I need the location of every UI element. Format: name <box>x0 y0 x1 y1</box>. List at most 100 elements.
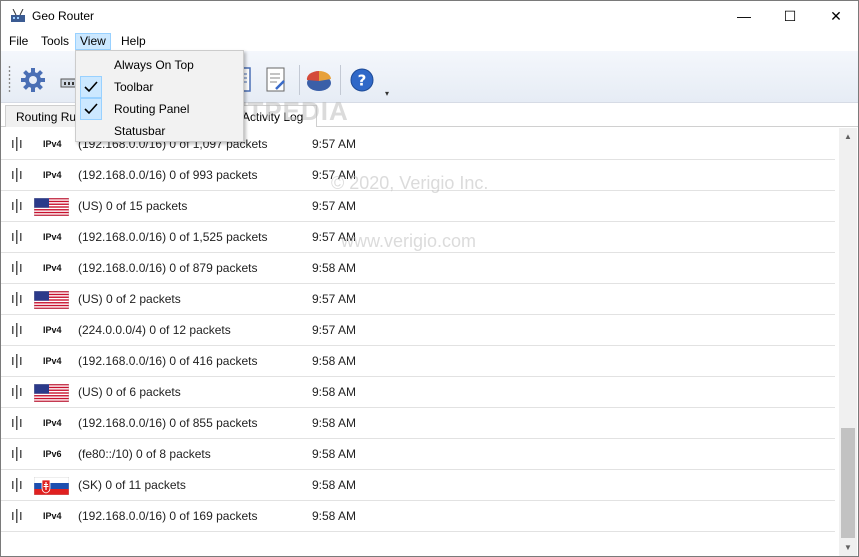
minimize-button[interactable]: — <box>721 1 767 31</box>
signal-bars-icon <box>11 385 23 399</box>
close-button[interactable]: ✕ <box>813 1 858 31</box>
rule-info: (US) 0 of 2 packets <box>78 292 181 306</box>
us-flag-icon <box>33 197 70 217</box>
view-menu-always-on-top[interactable]: Always On Top <box>78 54 242 76</box>
timestamp: 9:57 AM <box>312 292 357 306</box>
menu-help[interactable]: Help <box>117 33 150 50</box>
list-item[interactable]: IPv4 (192.168.0.0/16) 0 of 879 packets 9:5… <box>1 253 835 284</box>
signal-bars-icon <box>11 447 23 461</box>
view-menu-toolbar[interactable]: Toolbar <box>78 76 242 98</box>
rule-info: (US) 0 of 15 packets <box>78 199 188 213</box>
rule-info: (192.168.0.0/16) 0 of 169 packets <box>78 509 258 523</box>
scroll-down-arrow-icon[interactable]: ▼ <box>839 539 857 556</box>
signal-bars-icon <box>11 323 23 337</box>
timestamp: 9:58 AM <box>312 478 357 492</box>
list-item[interactable]: IPv4 (192.168.0.0/16) 0 of 416 packets 9:5… <box>1 346 835 377</box>
check-icon <box>80 98 102 120</box>
list-item[interactable]: (US) 0 of 6 packets 9:58 AM <box>1 377 835 408</box>
timestamp: 9:58 AM <box>312 385 357 399</box>
view-menu-statusbar[interactable]: Statusbar <box>78 120 242 142</box>
menu-file[interactable]: File <box>5 33 32 50</box>
rule-info: (fe80::/10) 0 of 8 packets <box>78 447 211 461</box>
protocol-label: IPv4 <box>43 170 62 180</box>
vertical-scrollbar[interactable]: ▲ ▼ <box>839 128 857 556</box>
svg-text:?: ? <box>358 72 367 90</box>
rule-info: (192.168.0.0/16) 0 of 1,525 packets <box>78 230 268 244</box>
timestamp: 9:57 AM <box>312 323 357 337</box>
app-window: Geo Router — ☐ ✕ File Tools View Help ? … <box>0 0 859 557</box>
toolbar-grip[interactable] <box>8 65 11 93</box>
window-title: Geo Router <box>32 9 95 23</box>
notes-button[interactable] <box>261 65 291 95</box>
rule-info: (192.168.0.0/16) 0 of 993 packets <box>78 168 258 182</box>
signal-bars-icon <box>11 261 23 275</box>
pie-chart-icon <box>306 70 331 91</box>
list-item[interactable]: IPv4 (192.168.0.0/16) 0 of 1,525 packets 9… <box>1 222 835 253</box>
rule-info: (192.168.0.0/16) 0 of 416 packets <box>78 354 258 368</box>
signal-bars-icon <box>11 292 23 306</box>
timestamp: 9:58 AM <box>312 416 357 430</box>
timestamp: 9:57 AM <box>312 230 357 244</box>
settings-gear-icon <box>21 68 45 92</box>
list-item[interactable]: IPv4 (192.168.0.0/16) 0 of 993 packets 9:5… <box>1 160 835 191</box>
scroll-up-arrow-icon[interactable]: ▲ <box>839 128 857 145</box>
scrollbar-thumb[interactable] <box>841 428 855 538</box>
signal-bars-icon <box>11 509 23 523</box>
timestamp: 9:58 AM <box>312 447 357 461</box>
timestamp: 9:58 AM <box>312 261 357 275</box>
list-item[interactable]: (US) 0 of 15 packets 9:57 AM <box>1 191 835 222</box>
app-logo-icon <box>11 9 25 22</box>
us-flag-icon <box>33 383 70 403</box>
rule-info: (US) 0 of 6 packets <box>78 385 181 399</box>
menu-tools[interactable]: Tools <box>37 33 73 50</box>
toolbar-separator-2 <box>340 65 341 95</box>
rule-info: (192.168.0.0/16) 0 of 855 packets <box>78 416 258 430</box>
list-item[interactable]: IPv6 (fe80::/10) 0 of 8 packets 9:58 AM <box>1 439 835 470</box>
statistics-button[interactable] <box>304 65 334 95</box>
timestamp: 9:58 AM <box>312 354 357 368</box>
signal-bars-icon <box>11 199 23 213</box>
notes-document-icon <box>266 67 285 92</box>
timestamp: 9:57 AM <box>312 199 357 213</box>
protocol-label: IPv6 <box>43 449 62 459</box>
list-item[interactable]: IPv4 (192.168.0.0/16) 0 of 169 packets 9:5… <box>1 501 835 532</box>
timestamp: 9:58 AM <box>312 509 357 523</box>
signal-bars-icon <box>11 168 23 182</box>
us-flag-icon <box>33 290 70 310</box>
toolbar-overflow-chevron-icon[interactable]: ▾ <box>385 89 389 98</box>
title-bar: Geo Router — ☐ ✕ <box>1 1 858 31</box>
view-menu-dropdown: Always On Top Toolbar Routing Panel Stat… <box>75 50 244 142</box>
protocol-label: IPv4 <box>43 325 62 335</box>
activity-log-list: IPv4 (192.168.0.0/16) 0 of 1,097 packets 9… <box>1 128 839 556</box>
maximize-button[interactable]: ☐ <box>767 1 813 31</box>
protocol-label: IPv4 <box>43 139 62 149</box>
menu-bar: File Tools View Help <box>1 31 858 51</box>
signal-bars-icon <box>11 230 23 244</box>
rule-info: (192.168.0.0/16) 0 of 879 packets <box>78 261 258 275</box>
list-item[interactable]: IPv4 (224.0.0.0/4) 0 of 12 packets 9:57 AM <box>1 315 835 346</box>
list-item[interactable]: IPv4 (192.168.0.0/16) 0 of 855 packets 9:5… <box>1 408 835 439</box>
signal-bars-icon <box>11 416 23 430</box>
help-icon: ? <box>350 68 374 92</box>
list-item[interactable]: (SK) 0 of 11 packets 9:58 AM <box>1 470 835 501</box>
timestamp: 9:57 AM <box>312 168 357 182</box>
settings-button[interactable] <box>18 65 48 95</box>
protocol-label: IPv4 <box>43 418 62 428</box>
list-item[interactable]: (US) 0 of 2 packets 9:57 AM <box>1 284 835 315</box>
timestamp: 9:57 AM <box>312 137 357 151</box>
sk-flag-icon <box>33 476 70 496</box>
rule-info: (SK) 0 of 11 packets <box>78 478 186 492</box>
signal-bars-icon <box>11 478 23 492</box>
protocol-label: IPv4 <box>43 511 62 521</box>
toolbar-separator <box>299 65 300 95</box>
protocol-label: IPv4 <box>43 263 62 273</box>
view-menu-routing-panel[interactable]: Routing Panel <box>78 98 242 120</box>
protocol-label: IPv4 <box>43 356 62 366</box>
signal-bars-icon <box>11 354 23 368</box>
rule-info: (224.0.0.0/4) 0 of 12 packets <box>78 323 231 337</box>
menu-view[interactable]: View <box>75 33 111 50</box>
signal-bars-icon <box>11 137 23 151</box>
help-button[interactable]: ? <box>347 65 377 95</box>
protocol-label: IPv4 <box>43 232 62 242</box>
check-icon <box>80 76 102 98</box>
